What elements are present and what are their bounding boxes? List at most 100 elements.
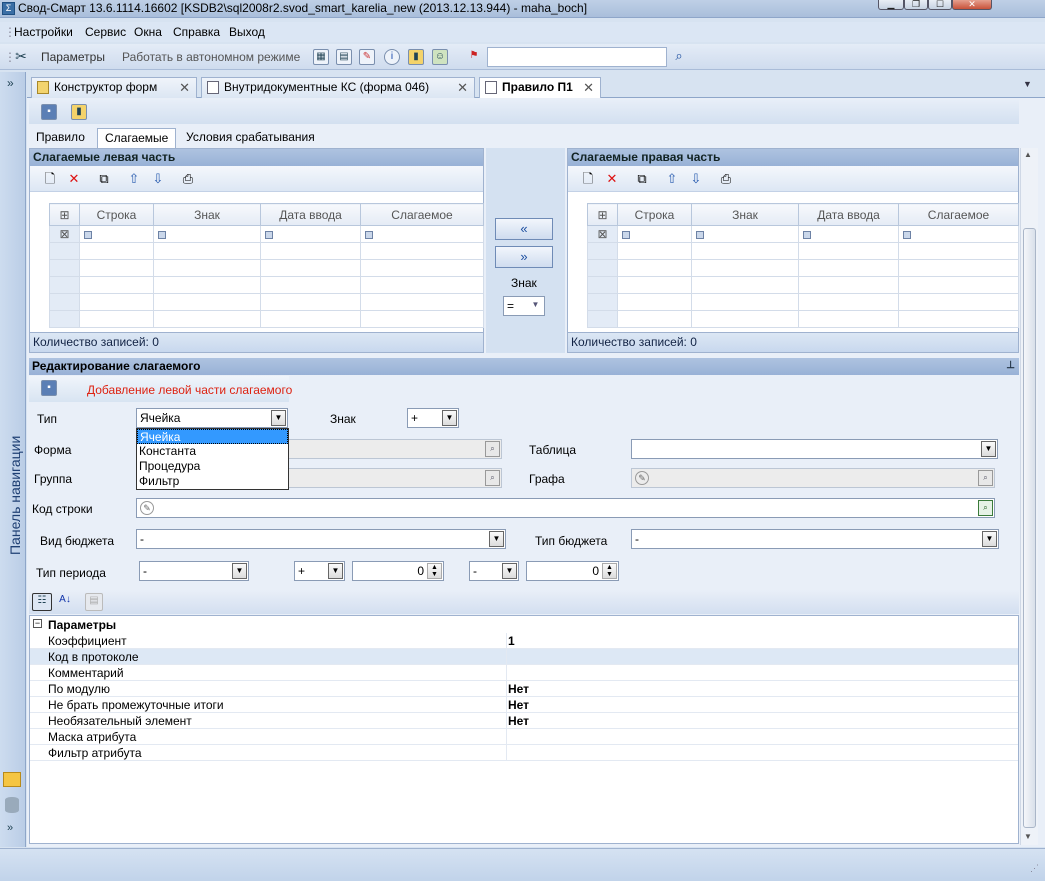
sign-select[interactable]: = ▼	[503, 296, 545, 316]
period-offset2-spinner[interactable]: 0 ▲ ▼	[526, 561, 619, 581]
filter-icon[interactable]	[158, 230, 166, 239]
search-input[interactable]	[487, 47, 667, 67]
chevron-down-icon[interactable]: ▼	[328, 563, 343, 579]
sort-alpha-icon[interactable]: A↓	[56, 593, 74, 611]
filter-icon[interactable]	[622, 230, 630, 239]
row-code-field[interactable]: ✎ ⌕	[136, 498, 995, 518]
column-header-date[interactable]: Дата ввода	[260, 203, 361, 226]
property-row[interactable]: По модулю Нет	[30, 681, 1018, 697]
chevron-down-icon[interactable]: ▼	[442, 410, 457, 426]
minimize-button[interactable]: ▁	[878, 0, 904, 10]
column-header-term[interactable]: Слагаемое	[898, 203, 1019, 226]
chevron-down-icon[interactable]: ▼	[981, 441, 996, 457]
column-header-sign[interactable]: Знак	[153, 203, 261, 226]
menu-windows[interactable]: Окна	[134, 25, 162, 39]
report-icon[interactable]: ✎	[359, 49, 375, 65]
budget-type-select[interactable]: - ▼	[631, 529, 999, 549]
period-sign1-select[interactable]: + ▼	[294, 561, 345, 581]
tab-rule-p1[interactable]: Правило П1 ✕	[479, 77, 601, 99]
property-value[interactable]: Нет	[508, 698, 529, 712]
option-constant[interactable]: Константа	[137, 444, 288, 459]
close-window-button[interactable]: ✕	[952, 0, 992, 10]
property-row[interactable]: Необязательный элемент Нет	[30, 713, 1018, 729]
filter-icon[interactable]	[903, 230, 911, 239]
close-tab-icon[interactable]: ✕	[179, 78, 190, 97]
property-row[interactable]: Код в протоколе	[30, 649, 1018, 665]
calendar-icon[interactable]: ▦	[313, 49, 329, 65]
property-row[interactable]: Коэффициент 1	[30, 633, 1018, 649]
option-cell[interactable]: Ячейка	[137, 429, 288, 444]
categorized-icon[interactable]: ☷	[32, 593, 52, 611]
table-icon[interactable]: ▤	[336, 49, 352, 65]
flag-icon[interactable]: ⚑	[466, 49, 482, 65]
tabs-dropdown-icon[interactable]: ▼	[1023, 79, 1032, 89]
tools-icon[interactable]: ✂	[13, 49, 29, 65]
delete-icon[interactable]: ✕	[604, 171, 620, 187]
move-up-icon[interactable]: ⇧	[126, 171, 142, 187]
copy-icon[interactable]: ⧉	[634, 171, 650, 187]
column-chooser-icon[interactable]: ⊞	[49, 203, 80, 226]
column-header-term[interactable]: Слагаемое	[360, 203, 484, 226]
spinner-icon[interactable]: ▲ ▼	[602, 563, 617, 579]
property-row[interactable]: Маска атрибута	[30, 729, 1018, 745]
pin-icon[interactable]: ⊥	[1006, 358, 1015, 374]
property-row[interactable]: Комментарий	[30, 665, 1018, 681]
property-group-header[interactable]: − Параметры	[30, 617, 1018, 633]
filter-row[interactable]: ⊠	[49, 225, 484, 243]
filter-icon[interactable]	[696, 230, 704, 239]
move-left-button[interactable]: «	[495, 218, 553, 240]
option-procedure[interactable]: Процедура	[137, 459, 288, 474]
new-icon[interactable]: 🗋	[42, 171, 58, 187]
print-icon[interactable]: ⎙	[180, 171, 196, 187]
editor-sign-select[interactable]: + ▼	[407, 408, 459, 428]
maximize-button[interactable]: ☐	[928, 0, 952, 10]
menu-exit[interactable]: Выход	[229, 25, 265, 39]
property-pages-icon[interactable]: ▤	[85, 593, 103, 611]
expand-nav-icon[interactable]: »	[7, 76, 14, 90]
info-icon[interactable]: i	[384, 49, 400, 65]
column-header-sign[interactable]: Знак	[691, 203, 799, 226]
print-icon[interactable]: ⎙	[718, 171, 734, 187]
property-value[interactable]: Нет	[508, 682, 529, 696]
property-value[interactable]: Нет	[508, 714, 529, 728]
folder-nav-icon[interactable]	[3, 772, 21, 787]
binoculars-icon[interactable]: ⌕	[671, 49, 687, 65]
save-icon[interactable]: ▪	[41, 104, 57, 120]
resize-grip-icon[interactable]: ⋰	[1030, 863, 1039, 874]
folder-icon[interactable]: ▮	[408, 49, 424, 65]
menu-settings[interactable]: Настройки	[14, 25, 73, 39]
close-tab-icon[interactable]: ✕	[457, 78, 468, 97]
property-row[interactable]: Фильтр атрибута	[30, 745, 1018, 761]
collapse-icon[interactable]: −	[33, 619, 42, 628]
edit-icon[interactable]: ✎	[140, 501, 154, 515]
chevron-down-icon[interactable]: ▼	[232, 563, 247, 579]
option-filter[interactable]: Фильтр	[137, 474, 288, 489]
new-icon[interactable]: 🗋	[580, 171, 596, 187]
vertical-scrollbar[interactable]: ▲ ▼	[1020, 148, 1038, 845]
delete-icon[interactable]: ✕	[66, 171, 82, 187]
property-value[interactable]: 1	[508, 634, 515, 648]
column-field[interactable]: ✎ ⌕	[631, 468, 995, 488]
filter-clear-icon[interactable]: ⊠	[49, 225, 80, 243]
more-nav-icon[interactable]: »	[7, 822, 13, 834]
spinner-icon[interactable]: ▲ ▼	[427, 563, 442, 579]
column-header-row[interactable]: Строка	[617, 203, 692, 226]
column-header-row[interactable]: Строка	[79, 203, 154, 226]
scroll-up-icon[interactable]: ▲	[1024, 150, 1032, 159]
tab-terms[interactable]: Слагаемые	[97, 128, 177, 148]
scroll-thumb[interactable]	[1023, 228, 1036, 828]
navigation-panel[interactable]: » Панель навигации »	[0, 72, 26, 847]
tab-internal-checks[interactable]: Внутридокументные КС (форма 046) ✕	[201, 77, 475, 98]
scroll-down-icon[interactable]: ▼	[1024, 832, 1032, 841]
budget-view-select[interactable]: - ▼	[136, 529, 506, 549]
lookup-icon[interactable]: ⌕	[978, 500, 993, 516]
tab-conditions[interactable]: Условия срабатывания	[179, 128, 322, 148]
move-down-icon[interactable]: ⇩	[150, 171, 166, 187]
column-chooser-icon[interactable]: ⊞	[587, 203, 618, 226]
save-icon[interactable]: ▪	[41, 380, 57, 396]
period-sign2-select[interactable]: - ▼	[469, 561, 519, 581]
chevron-down-icon[interactable]: ▼	[271, 410, 286, 426]
offline-mode-button[interactable]: Работать в автономном режиме	[122, 50, 300, 64]
table-select[interactable]: ▼	[631, 439, 998, 459]
chevron-down-icon[interactable]: ▼	[982, 531, 997, 547]
